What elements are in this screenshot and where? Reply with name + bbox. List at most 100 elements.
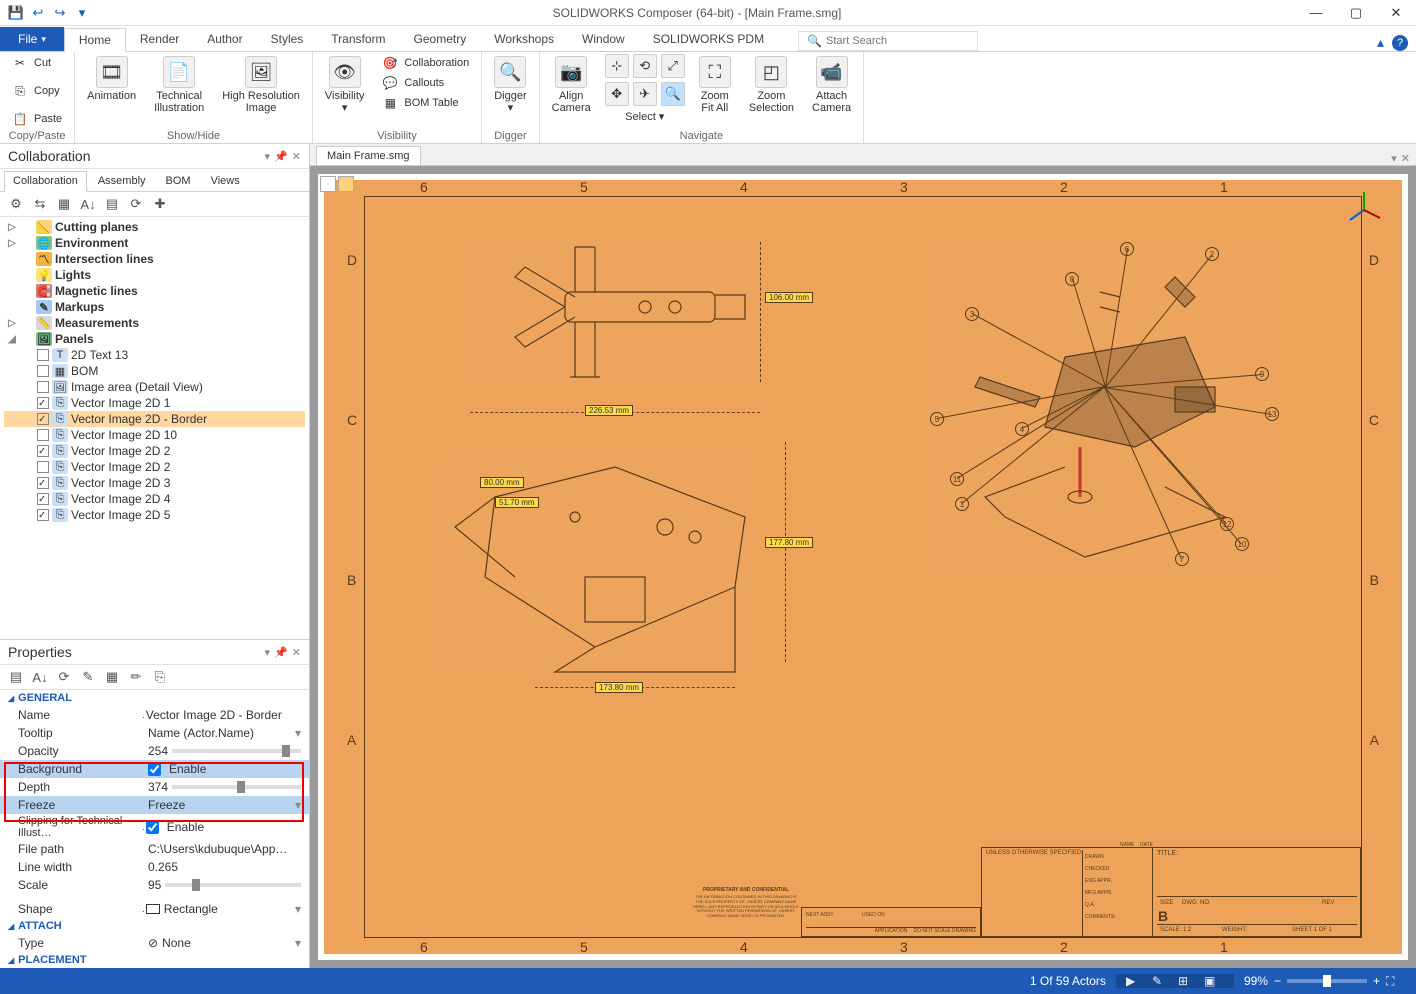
technical-illustration-button[interactable]: 📄Technical Illustration	[150, 54, 208, 116]
status-icon-2[interactable]: ✎	[1152, 974, 1172, 988]
vp-tool-1-icon[interactable]	[320, 176, 336, 192]
prop-tool-3-icon[interactable]: ⟳	[54, 668, 74, 686]
checkbox[interactable]	[37, 493, 49, 505]
prop-background[interactable]: BackgroundEnable	[0, 760, 309, 778]
prop-tool-1-icon[interactable]: ▤	[6, 668, 26, 686]
tree-item[interactable]: 💡Lights	[4, 267, 305, 283]
checkbox[interactable]	[37, 365, 49, 377]
panel-tab-collaboration[interactable]: Collaboration	[4, 171, 87, 192]
ribbon-collapse-icon[interactable]: ▴	[1377, 34, 1384, 51]
prop-scale[interactable]: Scale95	[0, 876, 309, 894]
prop-section-attach[interactable]: ATTACH	[0, 918, 309, 934]
search-box[interactable]: 🔍	[798, 31, 978, 51]
prop-section-general[interactable]: GENERAL	[0, 690, 309, 706]
panel-close-icon[interactable]: ✕	[292, 150, 301, 163]
tree-tool-6-icon[interactable]: ⟳	[126, 195, 146, 213]
status-icon-3[interactable]: ⊞	[1178, 974, 1198, 988]
checkbox[interactable]	[37, 509, 49, 521]
prop-shape[interactable]: Shape.Rectangle▾	[0, 900, 309, 918]
tree-item[interactable]: ⎘Vector Image 2D 10	[4, 427, 305, 443]
tree-item[interactable]: 〽Intersection lines	[4, 251, 305, 267]
nav-icon-4[interactable]: ✥	[605, 82, 629, 106]
tree-tool-3-icon[interactable]: ▦	[54, 195, 74, 213]
status-icon-4[interactable]: ▣	[1204, 974, 1224, 988]
drawing-canvas[interactable]: 106.00 mm 226.53 mm	[318, 174, 1408, 960]
prop-clipping[interactable]: Clipping for Technical Illust….Enable	[0, 814, 309, 840]
tab-window[interactable]: Window	[568, 27, 639, 51]
checkbox[interactable]	[37, 349, 49, 361]
prop-tool-2-icon[interactable]: A↓	[30, 668, 50, 686]
tree-item[interactable]: ▷📐Cutting planes	[4, 219, 305, 235]
checkbox[interactable]	[37, 445, 49, 457]
tab-pdm[interactable]: SOLIDWORKS PDM	[639, 27, 778, 51]
tree-item[interactable]: T2D Text 13	[4, 347, 305, 363]
redo-icon[interactable]: ↪	[52, 5, 68, 21]
panel-close-icon[interactable]: ✕	[292, 646, 301, 659]
paste-button[interactable]: 📋Paste	[8, 110, 66, 128]
prop-tooltip[interactable]: TooltipName (Actor.Name)▾	[0, 724, 309, 742]
minimize-button[interactable]: —	[1296, 0, 1336, 26]
cut-button[interactable]: ✂Cut	[8, 54, 55, 72]
prop-name[interactable]: Name.Vector Image 2D - Border	[0, 706, 309, 724]
nav-icon-6[interactable]: 🔍	[661, 82, 685, 106]
tab-geometry[interactable]: Geometry	[400, 27, 481, 51]
prop-type[interactable]: Type⊘None▾	[0, 934, 309, 952]
tree-tool-4-icon[interactable]: A↓	[78, 195, 98, 213]
zoom-slider[interactable]	[1287, 979, 1367, 983]
panel-dropdown-icon[interactable]: ▾	[265, 646, 271, 659]
nav-icon-2[interactable]: ⟲	[633, 54, 657, 78]
tab-workshops[interactable]: Workshops	[480, 27, 568, 51]
high-resolution-image-button[interactable]: 🖼High Resolution Image	[218, 54, 304, 116]
save-icon[interactable]: 💾	[8, 5, 24, 21]
prop-opacity[interactable]: Opacity254	[0, 742, 309, 760]
background-checkbox[interactable]	[148, 763, 161, 776]
tab-render[interactable]: Render	[126, 27, 193, 51]
doc-dropdown-icon[interactable]: ▾	[1391, 152, 1397, 165]
tree-item[interactable]: ◢🖼Panels	[4, 331, 305, 347]
panel-pin-icon[interactable]: 📌	[274, 150, 288, 163]
nav-icon-5[interactable]: ✈	[633, 82, 657, 106]
prop-tool-5-icon[interactable]: ▦	[102, 668, 122, 686]
align-camera-button[interactable]: 📷Align Camera	[548, 54, 595, 116]
tab-author[interactable]: Author	[193, 27, 256, 51]
clipping-checkbox[interactable]	[146, 821, 159, 834]
zoom-selection-button[interactable]: ◰Zoom Selection	[745, 54, 798, 116]
checkbox[interactable]	[37, 413, 49, 425]
panel-pin-icon[interactable]: 📌	[274, 646, 288, 659]
tree-tool-2-icon[interactable]: ⇆	[30, 195, 50, 213]
tab-file[interactable]: File▾	[0, 27, 64, 51]
attach-camera-button[interactable]: 📹Attach Camera	[808, 54, 855, 116]
prop-linewidth[interactable]: Line width0.265	[0, 858, 309, 876]
tree-item[interactable]: 🖼Image area (Detail View)	[4, 379, 305, 395]
prop-filepath[interactable]: File pathC:\Users\kdubuque\App…	[0, 840, 309, 858]
zoom-fit-all-button[interactable]: ⛶Zoom Fit All	[695, 54, 735, 116]
undo-icon[interactable]: ↩	[30, 5, 46, 21]
zoom-out-button[interactable]: −	[1274, 974, 1281, 988]
panel-tab-assembly[interactable]: Assembly	[89, 171, 155, 191]
prop-tool-4-icon[interactable]: ✎	[78, 668, 98, 686]
nav-icon-1[interactable]: ⊹	[605, 54, 629, 78]
prop-tool-6-icon[interactable]: ✏	[126, 668, 146, 686]
checkbox[interactable]	[37, 397, 49, 409]
tree-item[interactable]: ⎘Vector Image 2D 3	[4, 475, 305, 491]
checkbox[interactable]	[37, 461, 49, 473]
zoom-in-button[interactable]: +	[1373, 974, 1380, 988]
tree-tool-5-icon[interactable]: ▤	[102, 195, 122, 213]
copy-button[interactable]: ⎘Copy	[8, 82, 64, 100]
tree-item[interactable]: 🧲Magnetic lines	[4, 283, 305, 299]
help-icon[interactable]: ?	[1392, 35, 1408, 51]
tree-item[interactable]: ⎘Vector Image 2D - Border	[4, 411, 305, 427]
tree-item[interactable]: ▷🌐Environment	[4, 235, 305, 251]
prop-section-placement[interactable]: PLACEMENT	[0, 952, 309, 968]
digger-button[interactable]: 🔍Digger▾	[490, 54, 530, 116]
visibility-button[interactable]: 👁Visibility▾	[321, 54, 369, 116]
panel-tab-views[interactable]: Views	[202, 171, 249, 191]
tree-item[interactable]: ⎘Vector Image 2D 2	[4, 443, 305, 459]
callouts-toggle[interactable]: 💬Callouts	[378, 74, 473, 92]
tree-item[interactable]: ⎘Vector Image 2D 4	[4, 491, 305, 507]
doc-close-icon[interactable]: ✕	[1401, 152, 1410, 165]
bom-table-toggle[interactable]: ▦BOM Table	[378, 94, 473, 112]
qat-dropdown-icon[interactable]: ▾	[74, 5, 90, 21]
maximize-button[interactable]: ▢	[1336, 0, 1376, 26]
tree-item[interactable]: ⎘Vector Image 2D 2	[4, 459, 305, 475]
